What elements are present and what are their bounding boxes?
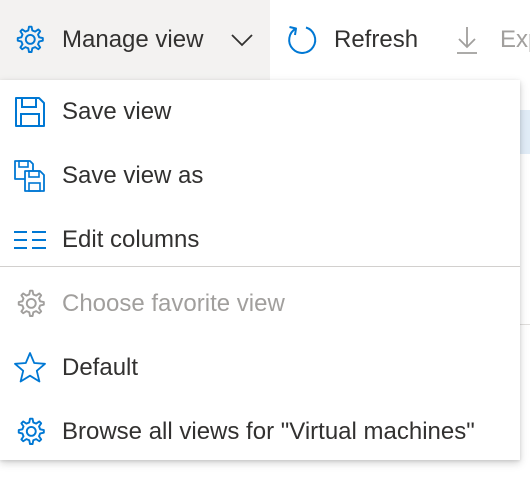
menu-item-label: Save view <box>62 98 172 125</box>
menu-item-label: Default <box>62 354 139 381</box>
refresh-icon <box>284 22 320 58</box>
command-bar: Manage view Refresh Exp <box>0 0 530 80</box>
refresh-label: Refresh <box>334 26 419 53</box>
gear-icon <box>12 286 48 322</box>
menu-item-save-view[interactable]: Save view <box>0 80 520 144</box>
menu-item-label: Save view as <box>62 162 204 189</box>
row-divider <box>520 324 530 325</box>
manage-view-label: Manage view <box>62 26 204 53</box>
menu-divider <box>0 266 520 267</box>
manage-view-menu: Save view Save view as Edit columns Choo… <box>0 80 520 460</box>
menu-item-choose-favorite-view: Choose favorite view <box>0 272 520 336</box>
menu-item-edit-columns[interactable]: Edit columns <box>0 208 520 272</box>
columns-icon <box>12 222 48 258</box>
gear-icon <box>12 414 48 450</box>
menu-item-browse-all-views[interactable]: Browse all views for "Virtual machines" <box>0 400 520 464</box>
menu-item-label: Choose favorite view <box>62 290 285 317</box>
menu-item-save-view-as[interactable]: Save view as <box>0 144 520 208</box>
save-as-icon <box>12 158 48 194</box>
download-icon <box>452 23 482 57</box>
star-icon <box>12 350 48 386</box>
manage-view-button[interactable]: Manage view <box>0 0 270 80</box>
gear-icon <box>12 23 46 57</box>
selected-row-highlight <box>520 110 530 154</box>
export-label: Exp <box>500 26 530 53</box>
save-icon <box>12 94 48 130</box>
menu-item-label: Edit columns <box>62 226 200 253</box>
chevron-down-icon <box>228 26 256 54</box>
menu-item-default[interactable]: Default <box>0 336 520 400</box>
menu-item-label: Browse all views for "Virtual machines" <box>62 418 475 445</box>
